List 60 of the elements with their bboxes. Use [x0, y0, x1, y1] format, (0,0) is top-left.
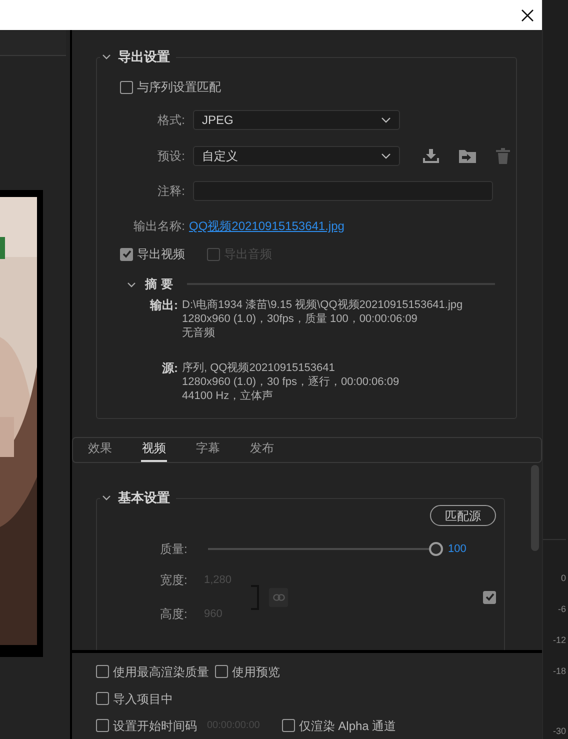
checkbox[interactable]: [282, 719, 295, 732]
link-icon: [272, 594, 284, 600]
close-icon[interactable]: [521, 8, 534, 22]
chevron-icon[interactable]: [102, 52, 111, 62]
chevron-icon[interactable]: [381, 117, 391, 123]
checkbox-label: 与序列设置匹配: [137, 79, 221, 96]
checkbox[interactable]: [96, 665, 109, 678]
download-icon[interactable]: [423, 149, 439, 163]
checkbox[interactable]: [215, 665, 228, 678]
summary-title: 摘要: [145, 276, 177, 293]
comment-field[interactable]: [193, 181, 493, 201]
meter-scale-label: -18: [552, 665, 566, 677]
tab[interactable]: 效果: [87, 439, 113, 462]
dropdown[interactable]: JPEG: [193, 110, 400, 130]
summary-text: 无音频: [182, 326, 216, 340]
checkbox[interactable]: [96, 719, 109, 732]
summary-text: D:\电商1934 漆苗\9.15 视频\QQ视频20210915153641.jpg: [182, 298, 463, 312]
field-label: 宽度:: [160, 572, 188, 589]
checkbox[interactable]: [120, 248, 133, 260]
summary-text: 1280x960 (1.0)，30 fps，逐行，00:00:06:09: [182, 375, 400, 389]
slider-thumb[interactable]: [429, 542, 443, 556]
checkbox[interactable]: [120, 80, 133, 94]
section-title: 基本设置: [118, 489, 170, 507]
checkbox-label: 仅渲染 Alpha 通道: [298, 718, 396, 734]
field-label: 输出名称:: [132, 218, 185, 235]
summary-text: 序列, QQ视频20210915153641: [182, 361, 336, 375]
tab[interactable]: 字幕: [195, 439, 221, 462]
summary-label: 源:: [161, 361, 178, 377]
tab[interactable]: 发布: [249, 439, 275, 462]
checkbox-label: 导出视频: [137, 246, 185, 263]
checkbox-label: 设置开始时间码: [113, 718, 197, 734]
summary-text: 1280x960 (1.0)，30fps，质量 100，00:00:06:09: [182, 312, 418, 326]
dropdown[interactable]: 自定义: [193, 146, 400, 166]
meter-scale-label: -6: [558, 603, 566, 615]
chevron-icon[interactable]: [127, 280, 136, 288]
folder-icon[interactable]: [459, 149, 476, 163]
summary-label: 输出:: [148, 298, 178, 314]
chevron-icon[interactable]: [102, 493, 111, 502]
scrollbar[interactable]: [531, 465, 539, 551]
checkbox[interactable]: [96, 692, 109, 705]
slider-value: 100: [448, 542, 466, 557]
checkbox-label: 使用最高渲染质量: [113, 664, 209, 680]
field-label: 格式:: [156, 112, 185, 129]
slider[interactable]: [208, 542, 443, 556]
match-source-button[interactable]: 匹配源: [430, 505, 496, 526]
field-label: 预设:: [156, 148, 185, 165]
meter-scale-label: 0: [560, 572, 566, 584]
checkbox[interactable]: [483, 590, 496, 604]
tab[interactable]: 视频: [141, 439, 167, 462]
meter-scale-label: -12: [552, 634, 566, 646]
summary-text: 44100 Hz，立体声: [182, 389, 274, 403]
checkbox-label: 使用预览: [232, 664, 280, 680]
checkbox-label: 导入项目中: [113, 690, 173, 708]
field-label: 高度:: [160, 606, 188, 623]
field-label: 质量:: [160, 541, 188, 558]
field-label: 注释:: [156, 183, 185, 200]
chevron-icon[interactable]: [381, 153, 391, 159]
section-title: 导出设置: [118, 48, 170, 66]
meter-scale-label: -30: [552, 725, 566, 737]
output-name-link[interactable]: QQ视频20210915153641.jpg: [189, 217, 344, 235]
